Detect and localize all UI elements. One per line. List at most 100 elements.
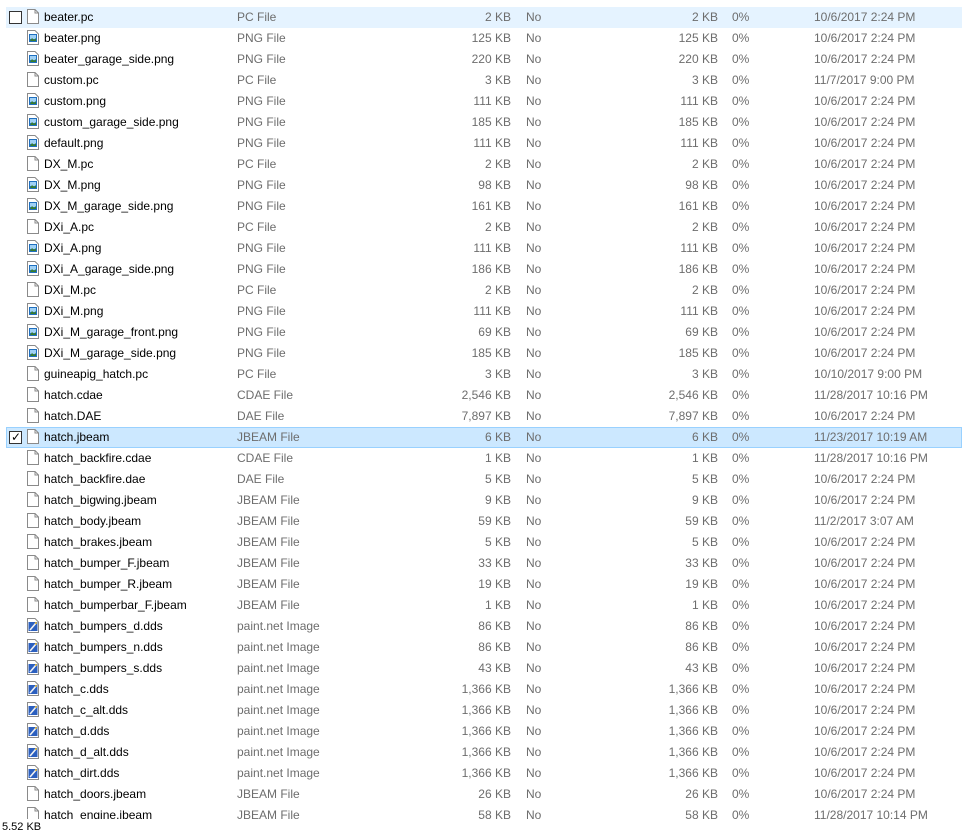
file-compressed-size: 185 KB <box>678 346 718 360</box>
file-row[interactable]: default.png PNG File 111 KB No 111 KB 0% 10/6/… <box>6 133 962 154</box>
file-row[interactable]: hatch_d_alt.dds paint.net Image 1,366 KB No… <box>6 742 962 763</box>
file-row[interactable]: DXi_A.png PNG File 111 KB No 111 KB 0% 10/6/20… <box>6 238 962 259</box>
file-size: 186 KB <box>471 262 511 276</box>
file-type: JBEAM File <box>237 493 300 507</box>
file-row[interactable]: hatch_body.jbeam JBEAM File 59 KB No 59 KB 0%… <box>6 511 962 532</box>
row-checkbox[interactable]: ✓ <box>9 430 22 444</box>
file-row[interactable]: hatch_bigwing.jbeam JBEAM File 9 KB No 9 KB 0… <box>6 490 962 511</box>
file-ratio: 0% <box>732 31 750 45</box>
file-size: 2 KB <box>484 10 511 24</box>
file-encrypted: No <box>526 640 542 654</box>
file-type: PC File <box>237 283 277 297</box>
file-ratio: 0% <box>732 367 750 381</box>
file-row[interactable]: hatch.cdae CDAE File 2,546 KB No 2,546 KB 0% 1… <box>6 385 962 406</box>
file-name: custom.png <box>44 94 107 108</box>
file-row[interactable]: hatch_dirt.dds paint.net Image 1,366 KB No 1… <box>6 763 962 784</box>
file-name: beater_garage_side.png <box>44 52 175 66</box>
file-modified-date: 10/6/2017 2:24 PM <box>814 283 916 297</box>
file-row[interactable]: DX_M.pc PC File 2 KB No 2 KB 0% 10/6/2017 2:24… <box>6 154 962 175</box>
file-name: DXi_M.png <box>44 304 104 318</box>
file-row[interactable]: hatch_backfire.cdae CDAE File 1 KB No 1 KB 0%… <box>6 448 962 469</box>
file-row[interactable]: DXi_A.pc PC File 2 KB No 2 KB 0% 10/6/2017 2:2… <box>6 217 962 238</box>
file-compressed-size: 7,897 KB <box>668 409 718 423</box>
file-size: 6 KB <box>484 430 511 444</box>
file-size: 33 KB <box>478 556 511 570</box>
file-row[interactable]: hatch_engine.jbeam JBEAM File 58 KB No 58 KB… <box>6 805 962 819</box>
file-list[interactable]: beater.pc PC File 2 KB No 2 KB 0% 10/6/2017 2:… <box>0 7 962 819</box>
file-ratio: 0% <box>732 325 750 339</box>
file-row[interactable]: DX_M.png PNG File 98 KB No 98 KB 0% 10/6/2017 … <box>6 175 962 196</box>
file-ratio: 0% <box>732 766 750 780</box>
file-row[interactable]: DXi_A_garage_side.png PNG File 186 KB No 186… <box>6 259 962 280</box>
file-row[interactable]: custom.pc PC File 3 KB No 3 KB 0% 11/7/2017 9:… <box>6 70 962 91</box>
file-row[interactable]: ✓ hatch.jbeam JBEAM File 6 KB No 6 KB 0% 11/23/… <box>6 427 962 448</box>
file-row[interactable]: hatch_d.dds paint.net Image 1,366 KB No 1,36… <box>6 721 962 742</box>
file-modified-date: 10/6/2017 2:24 PM <box>814 661 916 675</box>
file-size: 111 KB <box>473 94 511 108</box>
file-ratio: 0% <box>732 451 750 465</box>
file-type: CDAE File <box>237 388 294 402</box>
file-ratio: 0% <box>732 682 750 696</box>
file-modified-date: 10/6/2017 2:24 PM <box>814 745 916 759</box>
file-type: PNG File <box>237 346 286 360</box>
file-size: 59 KB <box>478 514 511 528</box>
file-type: PNG File <box>237 304 286 318</box>
file-encrypted: No <box>526 136 542 150</box>
file-row[interactable]: guineapig_hatch.pc PC File 3 KB No 3 KB 0% 10/… <box>6 364 962 385</box>
file-encrypted: No <box>526 493 542 507</box>
file-size: 86 KB <box>478 619 511 633</box>
file-name: DXi_M_garage_front.png <box>44 325 179 339</box>
file-size: 111 KB <box>473 136 511 150</box>
file-ratio: 0% <box>732 640 750 654</box>
file-compressed-size: 19 KB <box>685 577 718 591</box>
file-row[interactable]: DXi_M.png PNG File 111 KB No 111 KB 0% 10/6/20… <box>6 301 962 322</box>
file-compressed-size: 69 KB <box>685 325 718 339</box>
file-modified-date: 10/6/2017 2:24 PM <box>814 304 916 318</box>
blank-file-icon <box>27 408 39 423</box>
image-file-icon <box>27 177 39 192</box>
file-size: 1,366 KB <box>461 682 511 696</box>
blank-file-icon <box>27 555 39 570</box>
file-encrypted: No <box>526 10 542 24</box>
file-name: custom.pc <box>44 73 99 87</box>
file-row[interactable]: hatch.DAE DAE File 7,897 KB No 7,897 KB 0% 10/… <box>6 406 962 427</box>
file-row[interactable]: hatch_bumpers_s.dds paint.net Image 43 KB N… <box>6 658 962 679</box>
file-row[interactable]: DX_M_garage_side.png PNG File 161 KB No 161 … <box>6 196 962 217</box>
file-name: DX_M.png <box>44 178 101 192</box>
file-row[interactable]: custom_garage_side.png PNG File 185 KB No 18… <box>6 112 962 133</box>
file-row[interactable]: beater_garage_side.png PNG File 220 KB No 22… <box>6 49 962 70</box>
file-row[interactable]: DXi_M_garage_side.png PNG File 185 KB No 185… <box>6 343 962 364</box>
file-type: PC File <box>237 220 277 234</box>
file-compressed-size: 1 KB <box>691 598 718 612</box>
paint-image-icon <box>27 702 39 717</box>
file-name: DXi_M_garage_side.png <box>44 346 177 360</box>
file-name: hatch.jbeam <box>44 430 110 444</box>
file-row[interactable]: beater.pc PC File 2 KB No 2 KB 0% 10/6/2017 2:… <box>6 7 962 28</box>
file-row[interactable]: DXi_M.pc PC File 2 KB No 2 KB 0% 10/6/2017 2:2… <box>6 280 962 301</box>
file-type: PNG File <box>237 199 286 213</box>
file-row[interactable]: custom.png PNG File 111 KB No 111 KB 0% 10/6/2… <box>6 91 962 112</box>
file-row[interactable]: DXi_M_garage_front.png PNG File 69 KB No 69 … <box>6 322 962 343</box>
file-name: hatch_backfire.dae <box>44 472 146 486</box>
file-name: hatch_d.dds <box>44 724 110 738</box>
file-row[interactable]: hatch_c.dds paint.net Image 1,366 KB No 1,36… <box>6 679 962 700</box>
file-modified-date: 10/6/2017 2:24 PM <box>814 178 916 192</box>
file-modified-date: 10/6/2017 2:24 PM <box>814 157 916 171</box>
file-row[interactable]: hatch_c_alt.dds paint.net Image 1,366 KB No… <box>6 700 962 721</box>
row-checkbox[interactable] <box>9 11 22 24</box>
file-ratio: 0% <box>732 388 750 402</box>
file-row[interactable]: hatch_bumpers_n.dds paint.net Image 86 KB N… <box>6 637 962 658</box>
file-row[interactable]: hatch_bumper_R.jbeam JBEAM File 19 KB No 19 … <box>6 574 962 595</box>
file-ratio: 0% <box>732 598 750 612</box>
file-compressed-size: 1,366 KB <box>668 682 718 696</box>
file-row[interactable]: beater.png PNG File 125 KB No 125 KB 0% 10/6/2… <box>6 28 962 49</box>
file-row[interactable]: hatch_bumper_F.jbeam JBEAM File 33 KB No 33 … <box>6 553 962 574</box>
image-file-icon <box>27 324 39 339</box>
file-row[interactable]: hatch_backfire.dae DAE File 5 KB No 5 KB 0% 10… <box>6 469 962 490</box>
file-row[interactable]: hatch_bumpers_d.dds paint.net Image 86 KB N… <box>6 616 962 637</box>
file-row[interactable]: hatch_doors.jbeam JBEAM File 26 KB No 26 KB 0… <box>6 784 962 805</box>
file-name: DX_M.pc <box>44 157 94 171</box>
file-row[interactable]: hatch_brakes.jbeam JBEAM File 5 KB No 5 KB 0%… <box>6 532 962 553</box>
file-row[interactable]: hatch_bumperbar_F.jbeam JBEAM File 1 KB No 1… <box>6 595 962 616</box>
file-type: PNG File <box>237 262 286 276</box>
